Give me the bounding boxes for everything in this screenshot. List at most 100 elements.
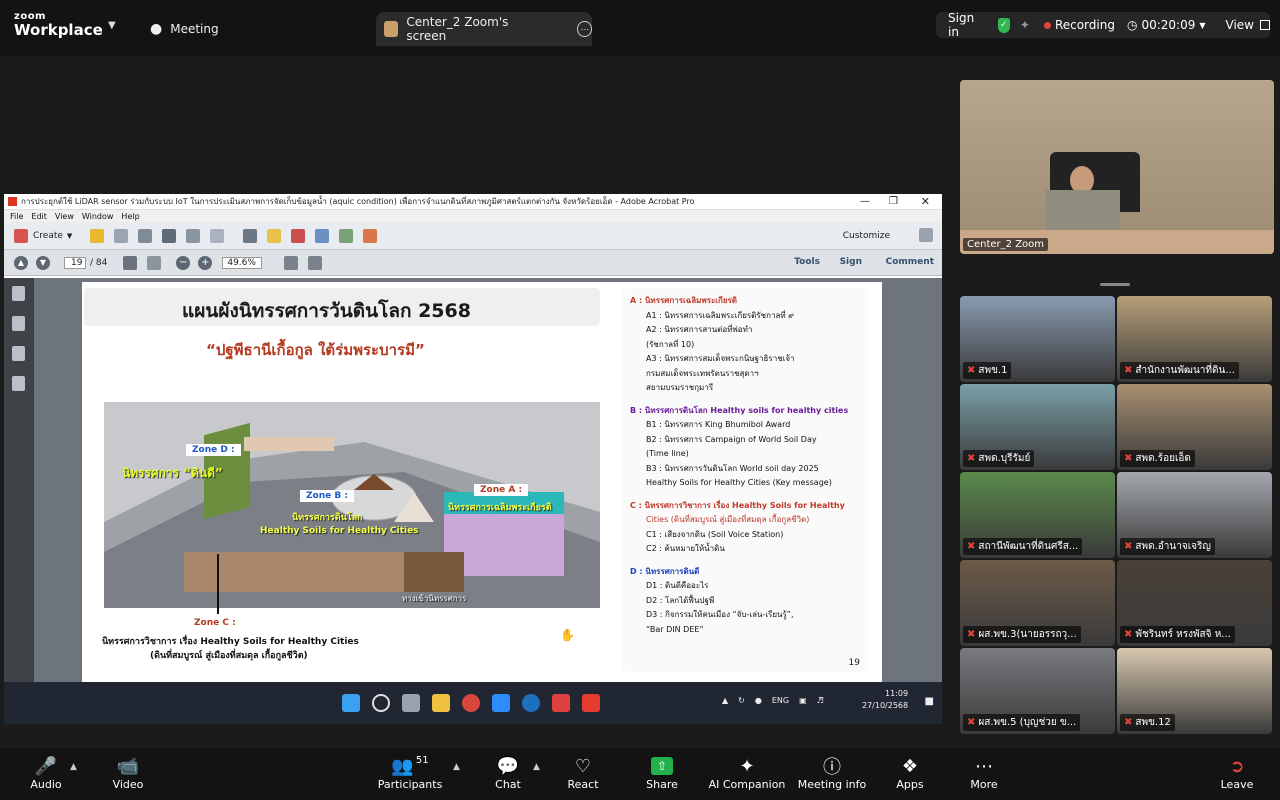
create-button[interactable]: Create	[33, 231, 63, 241]
active-speaker-video[interactable]: Center_2 Zoom	[960, 80, 1274, 254]
select-cursor-icon[interactable]	[123, 255, 138, 270]
share-label: Share	[646, 778, 678, 791]
document-area[interactable]: แผนผังนิทรรศการวันดินโลก 2568 “ปฐพีธานีเ…	[4, 278, 942, 682]
sparkle-icon[interactable]: ✦	[1020, 18, 1030, 32]
chevron-down-icon[interactable]: ▼	[67, 232, 72, 240]
zoom-in-icon[interactable]: +	[198, 255, 213, 270]
tools-tab[interactable]: Tools	[794, 257, 820, 267]
recording-indicator[interactable]: Recording	[1043, 18, 1115, 32]
participants-button[interactable]: 👥 51 Participants	[370, 754, 450, 792]
settings-icon[interactable]	[243, 228, 258, 243]
mic-muted-icon: ✖	[967, 541, 976, 552]
chevron-up-icon[interactable]: ▲	[533, 762, 540, 772]
search-icon[interactable]	[372, 694, 390, 712]
participant-tile[interactable]: ✖ สถานีพัฒนาที่ดินศรีส...	[960, 472, 1115, 558]
edit-icon[interactable]	[186, 228, 201, 243]
participant-tile[interactable]: ✖ สพด.ร้อยเอ็ด	[1117, 384, 1272, 470]
participant-tile[interactable]: ✖ สพข.12	[1117, 648, 1272, 734]
sign-in-link[interactable]: Sign in	[948, 11, 984, 39]
close-icon[interactable]: ✕	[921, 195, 930, 208]
gallery-divider[interactable]	[1100, 283, 1130, 286]
signature-icon[interactable]	[12, 376, 25, 391]
export-icon[interactable]	[315, 228, 330, 243]
menu-file[interactable]: File	[10, 212, 23, 221]
react-button[interactable]: ♡ React	[543, 754, 623, 792]
view-button[interactable]: View	[1226, 18, 1270, 32]
menu-view[interactable]: View	[55, 212, 74, 221]
attachment-icon[interactable]	[12, 346, 25, 361]
participant-tile[interactable]: ✖ สำนักงานพัฒนาที่ดิน...	[1117, 296, 1272, 382]
task-view-icon[interactable]	[402, 694, 420, 712]
prev-page-icon[interactable]: ▲	[14, 255, 28, 270]
network-icon[interactable]: ▣	[799, 696, 807, 705]
video-app-icon[interactable]	[552, 694, 570, 712]
cloud-icon[interactable]	[138, 228, 153, 243]
open-folder-icon[interactable]	[90, 228, 105, 243]
combine-icon[interactable]	[339, 228, 354, 243]
zone-b-label: Zone B :	[300, 490, 354, 502]
chevron-up-icon[interactable]: ▲	[70, 762, 77, 772]
apps-button[interactable]: ❖ Apps	[870, 754, 950, 792]
shield-check-icon[interactable]: ✓	[997, 17, 1010, 33]
redact-icon[interactable]	[291, 228, 306, 243]
meeting-timer[interactable]: ◷ 00:20:09 ▼	[1127, 18, 1206, 32]
tab-shared-screen[interactable]: Center_2 Zoom's screen ⋯	[376, 12, 592, 46]
more-label: More	[970, 778, 998, 791]
audio-button[interactable]: 🎤 Audio	[6, 754, 86, 792]
fit-width-icon[interactable]	[308, 255, 323, 270]
email-icon[interactable]	[210, 228, 225, 243]
menu-help[interactable]: Help	[121, 212, 139, 221]
language-indicator[interactable]: ENG	[772, 696, 789, 705]
maximize-icon[interactable]: ❐	[889, 196, 898, 207]
menu-edit[interactable]: Edit	[31, 212, 47, 221]
share-button[interactable]: ⇧ Share	[622, 754, 702, 791]
more-button[interactable]: ⋯ More	[944, 754, 1024, 792]
save-icon[interactable]	[114, 228, 129, 243]
microphone-icon[interactable]: ●	[755, 696, 762, 705]
system-clock[interactable]: 11:09 27/10/2568	[862, 688, 908, 712]
customize-button[interactable]: Customize	[843, 231, 890, 241]
windows-start-icon[interactable]	[342, 694, 360, 712]
chevron-up-icon[interactable]: ▲	[722, 696, 728, 705]
comment-icon[interactable]	[267, 228, 282, 243]
bookmark-icon[interactable]	[12, 316, 25, 331]
zoom-app-icon[interactable]	[492, 694, 510, 712]
menu-window[interactable]: Window	[82, 212, 114, 221]
zoom-workplace-logo[interactable]: zoom Workplace	[14, 12, 103, 38]
next-page-icon[interactable]: ▼	[36, 255, 50, 270]
pages-icon[interactable]	[12, 286, 25, 301]
zoom-out-icon[interactable]: −	[176, 255, 191, 270]
participant-tile[interactable]: ✖ ผส.พข.3(นายอรรถวุ...	[960, 560, 1115, 646]
file-explorer-icon[interactable]	[432, 694, 450, 712]
chevron-down-icon[interactable]: ▼	[108, 20, 116, 31]
participant-tile[interactable]: ✖ ผส.พข.5 (บุญช่วย ข...	[960, 648, 1115, 734]
participant-tile[interactable]: ✖ พัชรินทร์ หรงพัสจิ ห...	[1117, 560, 1272, 646]
meeting-info-button[interactable]: ⓘ Meeting info	[792, 754, 872, 791]
notification-icon[interactable]: ■	[925, 696, 934, 707]
chat-button[interactable]: 💬 Chat	[468, 754, 548, 792]
zoom-input[interactable]: 49.6%	[222, 256, 263, 269]
chrome-icon[interactable]	[462, 694, 480, 712]
hand-tool-icon[interactable]	[147, 255, 162, 270]
sync-icon[interactable]: ↻	[738, 696, 745, 705]
minimize-icon[interactable]: —	[860, 196, 870, 207]
leave-button[interactable]: ➲ Leave	[1197, 754, 1277, 792]
fit-page-icon[interactable]	[284, 255, 299, 270]
expand-icon[interactable]	[919, 228, 933, 242]
comment-tab[interactable]: Comment	[886, 257, 934, 267]
acrobat-taskbar-icon[interactable]	[582, 694, 600, 712]
chevron-up-icon[interactable]: ▲	[453, 762, 460, 772]
print-icon[interactable]	[162, 228, 177, 243]
ai-companion-button[interactable]: ✦ AI Companion	[707, 754, 787, 792]
more-icon[interactable]: ⋯	[577, 21, 592, 37]
participant-tile[interactable]: ✖ สพด.บุรีรัมย์	[960, 384, 1115, 470]
page-number-input[interactable]: 19	[64, 256, 86, 269]
volume-icon[interactable]: ♬	[817, 696, 824, 705]
tab-meeting[interactable]: ● Meeting	[150, 12, 219, 46]
webex-icon[interactable]	[522, 694, 540, 712]
stamp-icon[interactable]	[363, 228, 378, 243]
sign-tab[interactable]: Sign	[840, 257, 862, 267]
participant-tile[interactable]: ✖ สพข.1	[960, 296, 1115, 382]
participant-tile[interactable]: ✖ สพด.อำนาจเจริญ	[1117, 472, 1272, 558]
video-button[interactable]: 📹 Video	[88, 754, 168, 792]
